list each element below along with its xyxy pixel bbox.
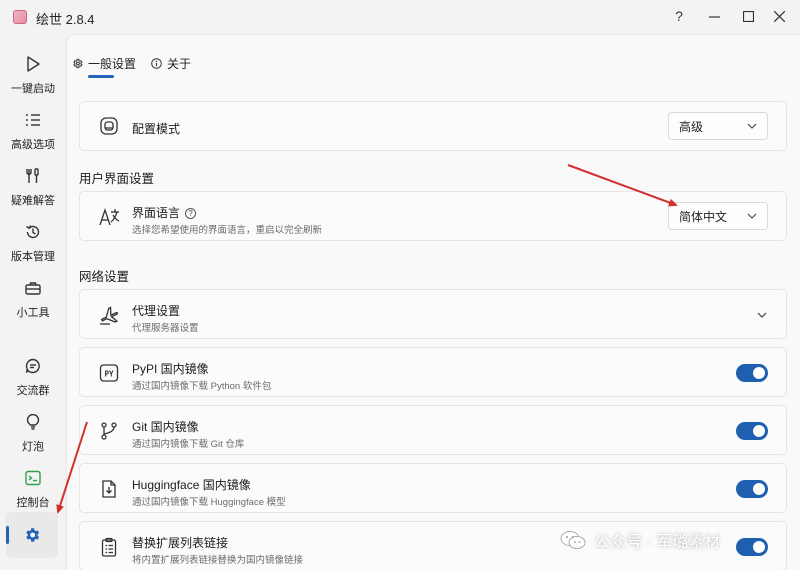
help-icon[interactable]: ? [185, 208, 197, 219]
sidebar-item-tools[interactable]: 小工具 [0, 270, 66, 326]
sidebar-item-advanced[interactable]: 高级选项 [0, 102, 66, 158]
chevron-down-icon [747, 213, 757, 219]
config-mode-card: 配置模式 高级 [79, 101, 787, 151]
maximize-icon [742, 10, 754, 22]
minimize-button[interactable] [699, 5, 729, 27]
sidebar-item-label: 疑难解答 [11, 195, 55, 207]
wrench-icon [23, 166, 43, 186]
sidebar-item-launch[interactable]: 一键启动 [0, 46, 66, 102]
config-mode-title: 配置模式 [132, 122, 181, 136]
sidebar-item-settings[interactable] [6, 512, 58, 558]
proxy-title: 代理设置 [132, 304, 181, 318]
network-section-title: 网络设置 [79, 270, 130, 284]
pypi-mirror-card: PY PyPI 国内镜像 通过国内镜像下载 Python 软件包 [79, 347, 787, 397]
language-title: 界面语言 [132, 206, 181, 220]
extension-subtitle: 将内置扩展列表链接替换为国内镜像链接 [132, 555, 304, 566]
window-title: 绘世 2.8.4 [36, 12, 95, 27]
huggingface-subtitle: 通过国内镜像下载 Huggingface 模型 [132, 497, 286, 508]
tab-label: 关于 [167, 56, 192, 71]
maximize-button[interactable] [733, 5, 763, 27]
close-icon [773, 10, 785, 22]
toggle-knob [753, 425, 765, 437]
sidebar-item-label: 小工具 [16, 307, 50, 319]
sidebar: 一键启动 高级选项 疑难解答 版本管理 小工具 交流群 灯泡 控制台 [0, 40, 66, 570]
gear-icon [26, 528, 40, 542]
sidebar-item-troubleshoot[interactable]: 疑难解答 [0, 158, 66, 214]
language-card: 界面语言? 选择您希望使用的界面语言，重启以完全刷新 简体中文 [79, 191, 787, 241]
git-title: Git 国内镜像 [132, 420, 199, 434]
config-mode-icon [98, 115, 120, 137]
language-icon [98, 206, 120, 228]
tab-label: 一般设置 [88, 56, 137, 71]
tab-general[interactable]: 一般设置 [71, 53, 137, 78]
pypi-icon: PY [98, 362, 120, 384]
console-icon [23, 468, 43, 488]
pypi-toggle[interactable] [736, 364, 768, 382]
sidebar-item-label: 高级选项 [11, 139, 55, 151]
tab-bar: 一般设置 关于 [71, 53, 205, 78]
sidebar-item-community[interactable]: 交流群 [0, 348, 66, 404]
sidebar-item-versions[interactable]: 版本管理 [0, 214, 66, 270]
proxy-subtitle: 代理服务器设置 [132, 323, 199, 334]
config-mode-value: 高级 [679, 119, 704, 134]
title-bar: 绘世 2.8.4 ? [0, 0, 800, 34]
proxy-card[interactable]: 代理设置 代理服务器设置 [79, 289, 787, 339]
help-button[interactable]: ? [664, 5, 694, 27]
active-indicator [6, 526, 9, 544]
config-mode-select[interactable]: 高级 [668, 112, 768, 140]
settings-content: 一般设置 关于 配置模式 高级 用户界面设置 界面语言? 选择您希望使用的界面语… [66, 34, 800, 570]
tab-about[interactable]: 关于 [150, 53, 191, 73]
chevron-down-icon[interactable] [756, 309, 768, 321]
history-icon [23, 222, 43, 242]
git-mirror-card: Git 国内镜像 通过国内镜像下载 Git 仓库 [79, 405, 787, 455]
sidebar-item-console[interactable]: 控制台 [0, 460, 66, 516]
download-file-icon [98, 478, 120, 500]
sidebar-item-bulb[interactable]: 灯泡 [0, 404, 66, 460]
extension-title: 替换扩展列表链接 [132, 536, 229, 550]
language-select[interactable]: 简体中文 [668, 202, 768, 230]
language-subtitle: 选择您希望使用的界面语言，重启以完全刷新 [132, 225, 323, 236]
clipboard-icon [98, 536, 120, 558]
sidebar-item-label: 一键启动 [11, 83, 55, 95]
info-icon [150, 57, 162, 69]
watermark: 公众号 · 军璐素材 [560, 528, 720, 552]
toggle-knob [753, 483, 765, 495]
sidebar-item-label: 版本管理 [11, 251, 55, 263]
sidebar-item-label: 交流群 [16, 385, 50, 397]
chevron-down-icon [747, 123, 757, 129]
language-title-row: 界面语言? [132, 204, 197, 221]
pypi-title: PyPI 国内镜像 [132, 362, 209, 376]
huggingface-mirror-card: Huggingface 国内镜像 通过国内镜像下载 Huggingface 模型 [79, 463, 787, 513]
sidebar-item-label: 控制台 [16, 497, 50, 509]
huggingface-toggle[interactable] [736, 480, 768, 498]
huggingface-title: Huggingface 国内镜像 [132, 478, 251, 492]
play-icon [23, 54, 43, 74]
branch-icon [98, 420, 120, 442]
pypi-subtitle: 通过国内镜像下载 Python 软件包 [132, 381, 272, 392]
gear-icon [71, 57, 83, 69]
close-button[interactable] [764, 5, 794, 27]
pypi-icon-label: PY [104, 370, 114, 379]
toggle-knob [753, 541, 765, 553]
minimize-icon [708, 15, 720, 18]
watermark-text: 公众号 · 军璐素材 [594, 534, 721, 551]
sidebar-item-label: 灯泡 [22, 441, 44, 453]
git-subtitle: 通过国内镜像下载 Git 仓库 [132, 439, 245, 450]
airplane-icon [98, 304, 120, 326]
app-logo-icon [13, 10, 27, 24]
wechat-logo-icon [560, 531, 586, 549]
chat-icon [23, 356, 43, 376]
toggle-knob [753, 367, 765, 379]
toolbox-icon [23, 278, 43, 298]
ui-section-title: 用户界面设置 [79, 172, 155, 186]
list-icon [23, 110, 43, 130]
git-toggle[interactable] [736, 422, 768, 440]
bulb-icon [23, 412, 43, 432]
extension-toggle[interactable] [736, 538, 768, 556]
language-value: 简体中文 [679, 209, 728, 224]
